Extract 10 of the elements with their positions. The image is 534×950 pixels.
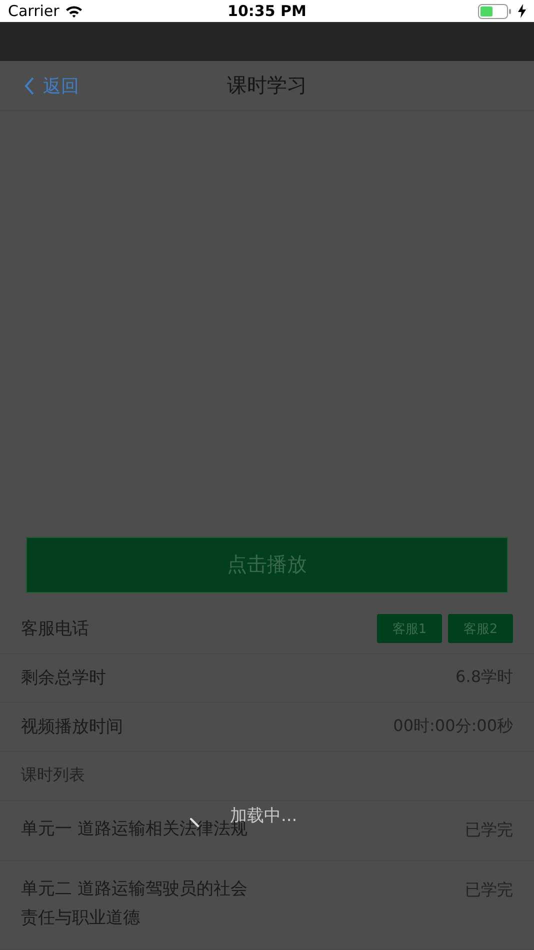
carrier-label: Carrier	[8, 2, 60, 20]
charging-icon	[518, 4, 526, 18]
clock-time: 10:35 PM	[228, 2, 306, 20]
battery-icon	[478, 4, 512, 19]
wifi-icon	[65, 4, 84, 18]
back-button[interactable]: 返回	[24, 74, 79, 98]
page-title: 课时学习	[227, 72, 307, 100]
service-button[interactable]: 客服2	[448, 614, 513, 644]
service-button[interactable]: 客服1	[377, 614, 442, 644]
chevron-left-icon	[24, 76, 35, 95]
